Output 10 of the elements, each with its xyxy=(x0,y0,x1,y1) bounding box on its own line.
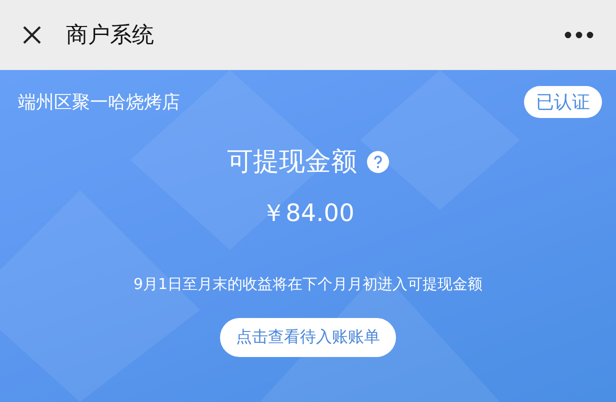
balance-amount: ￥84.00 xyxy=(262,198,354,229)
close-icon[interactable] xyxy=(22,25,42,45)
help-icon[interactable] xyxy=(367,150,389,172)
settlement-note: 9月1日至月末的收益将在下个月月初进入可提现金额 xyxy=(133,275,483,294)
pending-bills-button[interactable]: 点击查看待入账账单 xyxy=(220,318,396,357)
page-title: 商户系统 xyxy=(66,22,155,50)
balance-label: 可提现金额 xyxy=(227,146,357,179)
verified-badge: 已认证 xyxy=(524,86,602,118)
merchant-name: 端州区聚一哈烧烤店 xyxy=(18,91,180,114)
more-icon[interactable] xyxy=(564,31,594,39)
